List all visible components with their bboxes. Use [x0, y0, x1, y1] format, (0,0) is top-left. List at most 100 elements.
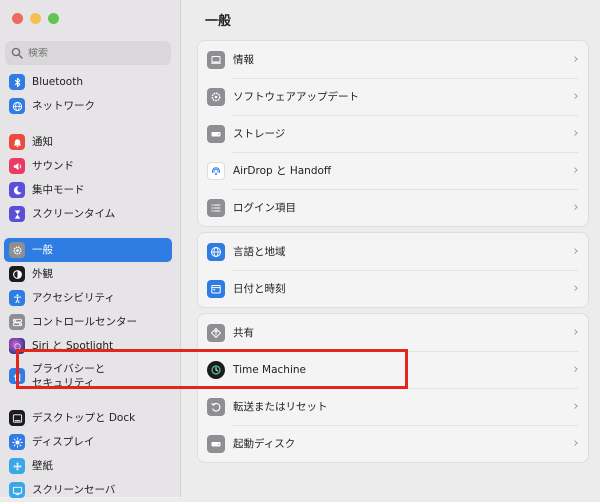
sidebar-item-notifications[interactable]: 通知: [0, 130, 180, 154]
sidebar-item-desktop-dock[interactable]: デスクトップと Dock: [0, 406, 180, 430]
calendar-icon: [207, 279, 225, 298]
siri-icon: [9, 338, 25, 354]
chevron-right-icon: ›: [573, 436, 579, 451]
row-label: 転送またはリセット: [233, 401, 328, 413]
sidebar-item-label: Bluetooth: [32, 76, 83, 88]
row-about[interactable]: 情報 ›: [198, 41, 588, 78]
row-language-region[interactable]: 言語と地域 ›: [198, 233, 588, 270]
sidebar-item-appearance[interactable]: 外観: [0, 262, 180, 286]
sidebar-item-siri-spotlight[interactable]: Siri と Spotlight: [0, 334, 180, 358]
row-label: ログイン項目: [233, 202, 296, 214]
settings-group-sharing: 共有 › Time Machine › 転送またはリセット › 起動ディスク ›: [197, 313, 589, 463]
chevron-right-icon: ›: [573, 163, 579, 178]
moon-icon: [9, 182, 25, 198]
sidebar-list: Bluetooth ネットワーク 通知 サウンド 集中モード スクリーンタイム …: [0, 70, 180, 502]
sidebar-item-label: 外観: [32, 268, 53, 280]
sidebar-item-label: デスクトップと Dock: [32, 412, 136, 424]
page-title: 一般: [205, 14, 232, 29]
list-icon: [207, 198, 225, 217]
row-airdrop-handoff[interactable]: AirDrop と Handoff ›: [198, 152, 588, 189]
row-label: 言語と地域: [233, 246, 286, 258]
row-storage[interactable]: ストレージ ›: [198, 115, 588, 152]
row-label: Time Machine: [233, 363, 306, 376]
row-software-update[interactable]: ソフトウェアアップデート ›: [198, 78, 588, 115]
sidebar-item-label: 壁紙: [32, 460, 53, 472]
sidebar-item-label: ディスプレイ: [32, 436, 95, 448]
dock-icon: [9, 410, 25, 426]
sidebar-item-wallpaper[interactable]: 壁紙: [0, 454, 180, 478]
sidebar-item-label: 一般: [32, 244, 53, 256]
main-pane: 一般 情報 › ソフトウェアアップデート › ストレージ › AirDrop と…: [181, 0, 600, 497]
settings-group-system: 情報 › ソフトウェアアップデート › ストレージ › AirDrop と Ha…: [197, 40, 589, 227]
airdrop-icon: [207, 161, 225, 180]
sidebar-item-displays[interactable]: ディスプレイ: [0, 430, 180, 454]
row-label: ストレージ: [233, 128, 286, 140]
gear-icon: [9, 242, 25, 258]
sidebar: Bluetooth ネットワーク 通知 サウンド 集中モード: [0, 0, 181, 498]
bluetooth-icon: [9, 74, 25, 90]
search-icon: [11, 47, 23, 59]
sidebar-item-screen-time[interactable]: スクリーンタイム: [0, 202, 180, 226]
row-date-time[interactable]: 日付と時刻 ›: [198, 270, 588, 307]
hourglass-icon: [9, 206, 25, 222]
chevron-right-icon: ›: [573, 200, 579, 215]
chevron-right-icon: ›: [573, 244, 579, 259]
globe-icon: [207, 242, 225, 261]
sidebar-item-bluetooth[interactable]: Bluetooth: [0, 70, 180, 94]
screensaver-icon: [9, 482, 25, 498]
sidebar-item-privacy-security[interactable]: プライバシーと セキュリティ: [0, 358, 180, 394]
sharing-icon: [207, 323, 225, 342]
row-transfer-reset[interactable]: 転送またはリセット ›: [198, 388, 588, 425]
control-center-icon: [9, 314, 25, 330]
sidebar-item-label: コントロールセンター: [32, 316, 137, 328]
software-update-icon: [207, 87, 225, 106]
sidebar-item-label: プライバシーと セキュリティ: [32, 363, 106, 389]
search-input[interactable]: [28, 47, 158, 59]
sidebar-item-control-center[interactable]: コントロールセンター: [0, 310, 180, 334]
chevron-right-icon: ›: [573, 52, 579, 67]
settings-group-locale: 言語と地域 › 日付と時刻 ›: [197, 232, 589, 308]
time-machine-icon: [207, 360, 225, 379]
disk-icon: [207, 434, 225, 453]
accessibility-icon: [9, 290, 25, 306]
sidebar-item-label: 集中モード: [32, 184, 85, 196]
sidebar-item-network[interactable]: ネットワーク: [0, 94, 180, 118]
row-label: ソフトウェアアップデート: [233, 91, 359, 103]
minimize-button[interactable]: [30, 13, 41, 24]
sidebar-item-label: サウンド: [32, 160, 74, 172]
sidebar-item-sound[interactable]: サウンド: [0, 154, 180, 178]
chevron-right-icon: ›: [573, 281, 579, 296]
sidebar-item-label: Siri と Spotlight: [32, 340, 114, 352]
row-startup-disk[interactable]: 起動ディスク ›: [198, 425, 588, 462]
storage-icon: [207, 124, 225, 143]
row-sharing[interactable]: 共有 ›: [198, 314, 588, 351]
close-button[interactable]: [12, 13, 23, 24]
sidebar-item-screen-saver[interactable]: スクリーンセーバ: [0, 478, 180, 502]
window-controls: [12, 13, 59, 24]
globe-icon: [9, 98, 25, 114]
sidebar-item-focus[interactable]: 集中モード: [0, 178, 180, 202]
chevron-right-icon: ›: [573, 325, 579, 340]
appearance-icon: [9, 266, 25, 282]
zoom-button[interactable]: [48, 13, 59, 24]
row-login-items[interactable]: ログイン項目 ›: [198, 189, 588, 226]
chevron-right-icon: ›: [573, 399, 579, 414]
sidebar-item-label: スクリーンタイム: [32, 208, 116, 220]
chevron-right-icon: ›: [573, 126, 579, 141]
row-label: 共有: [233, 327, 254, 339]
row-label: 日付と時刻: [233, 283, 286, 295]
row-label: 情報: [233, 54, 254, 66]
wallpaper-icon: [9, 458, 25, 474]
row-time-machine[interactable]: Time Machine ›: [198, 351, 588, 388]
sidebar-item-label: スクリーンセーバ: [32, 484, 116, 496]
bell-icon: [9, 134, 25, 150]
chevron-right-icon: ›: [573, 89, 579, 104]
speaker-icon: [9, 158, 25, 174]
search-field[interactable]: [5, 41, 171, 65]
sidebar-item-general[interactable]: 一般: [4, 238, 172, 262]
hand-icon: [9, 368, 25, 384]
reset-icon: [207, 397, 225, 416]
sidebar-item-accessibility[interactable]: アクセシビリティ: [0, 286, 180, 310]
chevron-right-icon: ›: [573, 362, 579, 377]
row-label: 起動ディスク: [233, 438, 296, 450]
